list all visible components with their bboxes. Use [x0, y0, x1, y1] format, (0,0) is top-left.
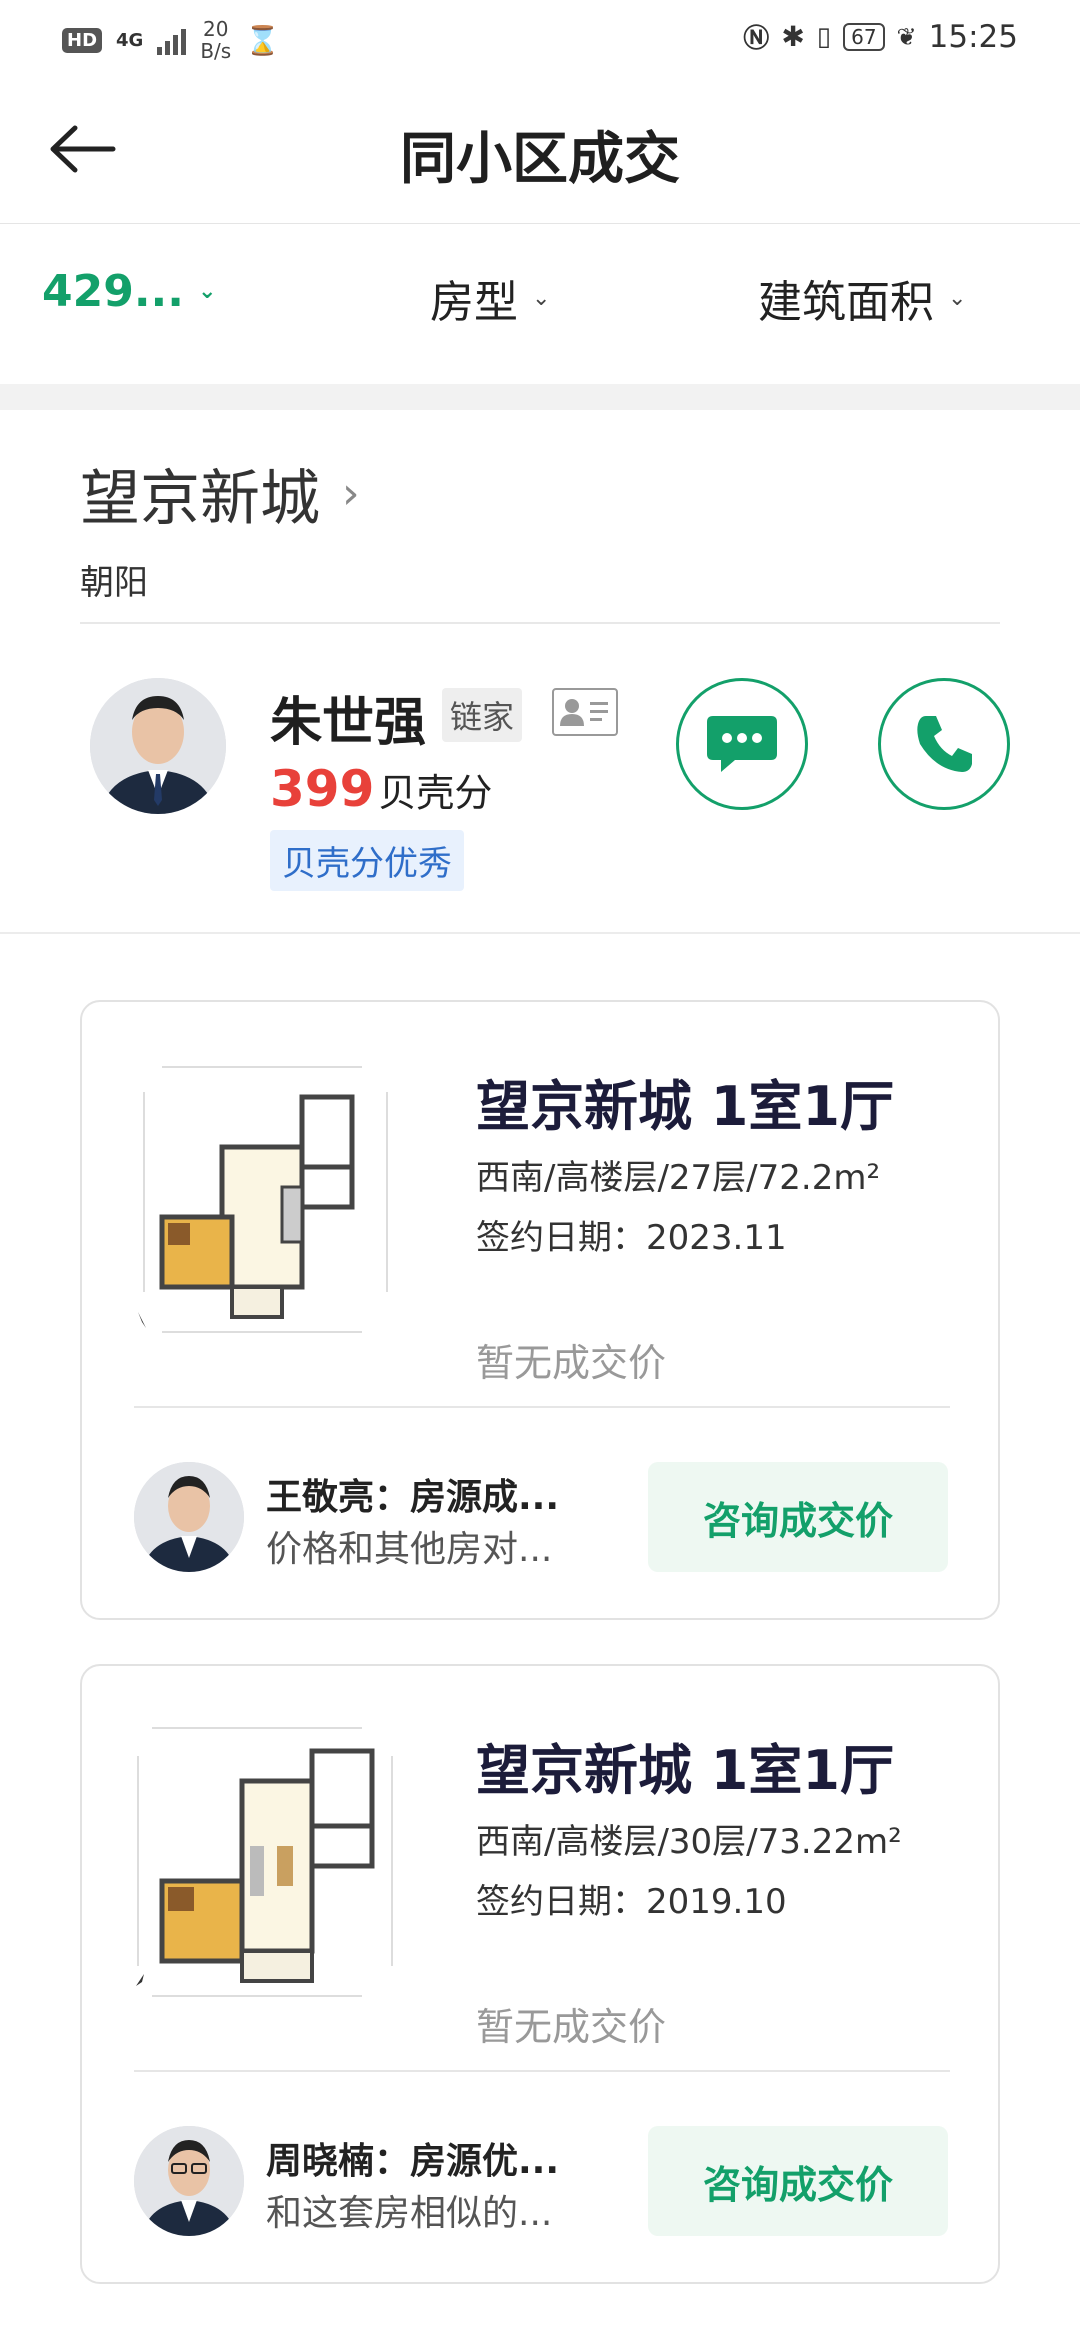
- listing-card[interactable]: 望京新城 1室1厅 西南/高楼层/30层/73.22m² 签约日期：2019.1…: [80, 1664, 1000, 2284]
- person-photo-icon: [90, 678, 226, 814]
- chat-button[interactable]: [676, 678, 808, 810]
- consult-price-button[interactable]: 咨询成交价: [648, 2126, 948, 2236]
- area-filter[interactable]: 建筑面积 ⌄: [758, 266, 966, 330]
- network-type: 4G: [116, 29, 144, 51]
- listing-meta: 西南/高楼层/30层/73.22m²: [476, 1822, 902, 1862]
- community-name: 望京新城: [80, 464, 320, 534]
- agent-comment-text: 价格和其他房对...: [266, 1529, 553, 1570]
- person-photo-icon: [134, 1462, 244, 1572]
- top-nav: 同小区成交: [0, 76, 1080, 224]
- listing-title: 望京新城 1室1厅: [476, 1075, 894, 1138]
- bluetooth-icon: ✱: [781, 20, 805, 53]
- room-type-filter-label: 房型: [430, 277, 518, 328]
- call-button[interactable]: [878, 678, 1010, 810]
- hourglass-icon: ⌛: [245, 23, 281, 57]
- floorplan-icon: [136, 1727, 393, 1997]
- divider: [134, 2070, 950, 2072]
- floorplan-icon: [138, 1066, 388, 1333]
- net-speed: 20 B/s: [200, 17, 232, 63]
- commenter-avatar[interactable]: [134, 2126, 244, 2236]
- commenter-avatar[interactable]: [134, 1462, 244, 1572]
- floorplan-image[interactable]: [132, 1052, 412, 1352]
- listing-date: 签约日期：2019.10: [476, 1882, 787, 1922]
- phone-icon: [917, 716, 972, 772]
- listing-title: 望京新城 1室1厅: [476, 1739, 894, 1802]
- agent-name: 朱世强: [270, 693, 427, 753]
- agent-comment-title: 周晓楠：房源优...: [266, 2141, 560, 2182]
- vibrate-icon: ▯: [816, 21, 832, 52]
- divider: [0, 932, 1080, 934]
- community-header[interactable]: 望京新城 › 朝阳: [80, 450, 1000, 604]
- status-right: Ⓝ ✱ ▯ 67 ❦ 15:25: [743, 18, 1018, 55]
- signal-icon: [157, 25, 187, 55]
- divider: [134, 1406, 950, 1408]
- price-filter-label: 429...: [42, 266, 184, 317]
- leaf-icon: ❦: [896, 22, 917, 51]
- filter-bar: 429... ⌄ 房型 ⌄ 建筑面积 ⌄: [0, 224, 1080, 384]
- status-bar: HD 4G 20 B/s ⌛ Ⓝ ✱ ▯ 67 ❦ 15:25: [0, 0, 1080, 76]
- listing-date: 签约日期：2023.11: [476, 1218, 787, 1258]
- listing-price: 暂无成交价: [476, 1341, 667, 1385]
- consult-price-button[interactable]: 咨询成交价: [648, 1462, 948, 1572]
- page-title: 同小区成交: [400, 127, 680, 192]
- agent-avatar[interactable]: [90, 678, 226, 814]
- agent-section: 朱世强 链家 399 贝壳分 贝壳分优秀: [0, 660, 1080, 930]
- chevron-down-icon: ⌄: [532, 285, 551, 311]
- clock: 15:25: [928, 18, 1018, 55]
- agent-comment-title: 王敬亮：房源成...: [266, 1477, 560, 1518]
- hd-badge: HD: [62, 27, 103, 53]
- area-filter-label: 建筑面积: [758, 277, 934, 328]
- community-district: 朝阳: [80, 563, 148, 603]
- score-label: 贝壳分: [378, 771, 493, 815]
- status-left: HD 4G 20 B/s ⌛: [62, 18, 280, 62]
- brand-tag: 链家: [442, 688, 523, 742]
- nfc-icon: Ⓝ: [743, 24, 770, 54]
- business-card-icon[interactable]: [552, 688, 618, 736]
- section-separator: [0, 384, 1080, 410]
- listing-price: 暂无成交价: [476, 2005, 667, 2049]
- floorplan-image[interactable]: [132, 1716, 412, 2016]
- chat-bubble-icon: [707, 716, 777, 772]
- score-value: 399: [270, 760, 375, 818]
- score-badge: 贝壳分优秀: [270, 830, 464, 891]
- community-name-row[interactable]: 望京新城 ›: [80, 450, 1000, 537]
- price-filter[interactable]: 429... ⌄: [42, 266, 216, 317]
- listing-card[interactable]: 望京新城 1室1厅 西南/高楼层/27层/72.2m² 签约日期：2023.11…: [80, 1000, 1000, 1620]
- chevron-right-icon: ›: [342, 468, 360, 519]
- divider: [80, 622, 1000, 624]
- chevron-down-icon: ⌄: [948, 285, 967, 311]
- id-card-icon: [560, 699, 608, 726]
- room-type-filter[interactable]: 房型 ⌄: [430, 266, 550, 330]
- listing-meta: 西南/高楼层/27层/72.2m²: [476, 1158, 881, 1198]
- battery-icon: 67: [843, 22, 885, 51]
- chevron-down-icon: ⌄: [198, 279, 217, 304]
- agent-comment-text: 和这套房相似的...: [266, 2193, 553, 2234]
- person-photo-icon: [134, 2126, 244, 2236]
- agent-score: 399 贝壳分: [270, 760, 492, 818]
